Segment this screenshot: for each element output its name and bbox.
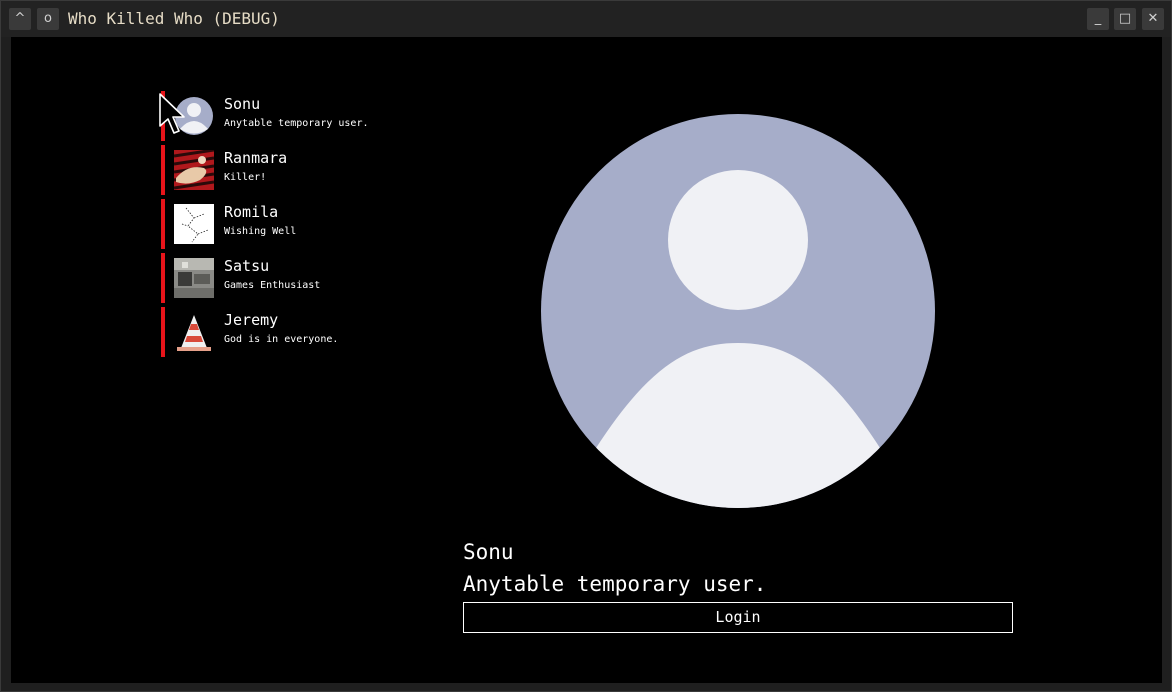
user-item-jeremy[interactable]: Jeremy God is in everyone. xyxy=(161,307,391,357)
user-item-ranmara[interactable]: Ranmara Killer! xyxy=(161,145,391,195)
user-name: Romila xyxy=(224,203,279,221)
close-button[interactable]: ✕ xyxy=(1142,8,1164,30)
main-content: Sonu Anytable temporary user. Ranmara Ki… xyxy=(11,37,1162,683)
minimize-button[interactable]: _ xyxy=(1087,8,1109,30)
window-menu-button[interactable]: o xyxy=(37,8,59,30)
user-status: Games Enthusiast xyxy=(224,280,321,291)
selected-user-status: Anytable temporary user. xyxy=(463,572,767,596)
photo-avatar-icon xyxy=(174,258,214,298)
maximize-button[interactable]: □ xyxy=(1114,8,1136,30)
user-name: Satsu xyxy=(224,257,270,275)
cone-avatar-icon xyxy=(174,312,214,352)
selected-user-name: Sonu xyxy=(463,540,514,564)
sketch-avatar-icon xyxy=(174,204,214,244)
app-window: ^ o Who Killed Who (DEBUG) _ □ ✕ Sonu An… xyxy=(0,0,1172,692)
user-item-sonu[interactable]: Sonu Anytable temporary user. xyxy=(161,91,391,141)
user-name: Sonu xyxy=(224,95,261,113)
user-status: Anytable temporary user. xyxy=(224,118,369,129)
title-bar[interactable]: ^ o Who Killed Who (DEBUG) _ □ ✕ xyxy=(1,1,1171,37)
selection-bar xyxy=(161,307,165,357)
user-name: Jeremy xyxy=(224,311,279,329)
collapse-button[interactable]: ^ xyxy=(9,8,31,30)
red-art-avatar-icon xyxy=(174,150,214,190)
user-name: Ranmara xyxy=(224,149,288,167)
selection-bar xyxy=(161,199,165,249)
selection-bar xyxy=(161,145,165,195)
default-avatar-large-icon xyxy=(541,113,935,509)
user-item-satsu[interactable]: Satsu Games Enthusiast xyxy=(161,253,391,303)
user-status: Killer! xyxy=(224,172,267,183)
user-item-romila[interactable]: Romila Wishing Well xyxy=(161,199,391,249)
login-button[interactable]: Login xyxy=(463,602,1013,633)
window-title: Who Killed Who (DEBUG) xyxy=(68,9,280,28)
selection-bar xyxy=(161,253,165,303)
user-status: God is in everyone. xyxy=(224,334,339,345)
mouse-cursor-icon xyxy=(159,93,189,143)
user-status: Wishing Well xyxy=(224,226,297,237)
